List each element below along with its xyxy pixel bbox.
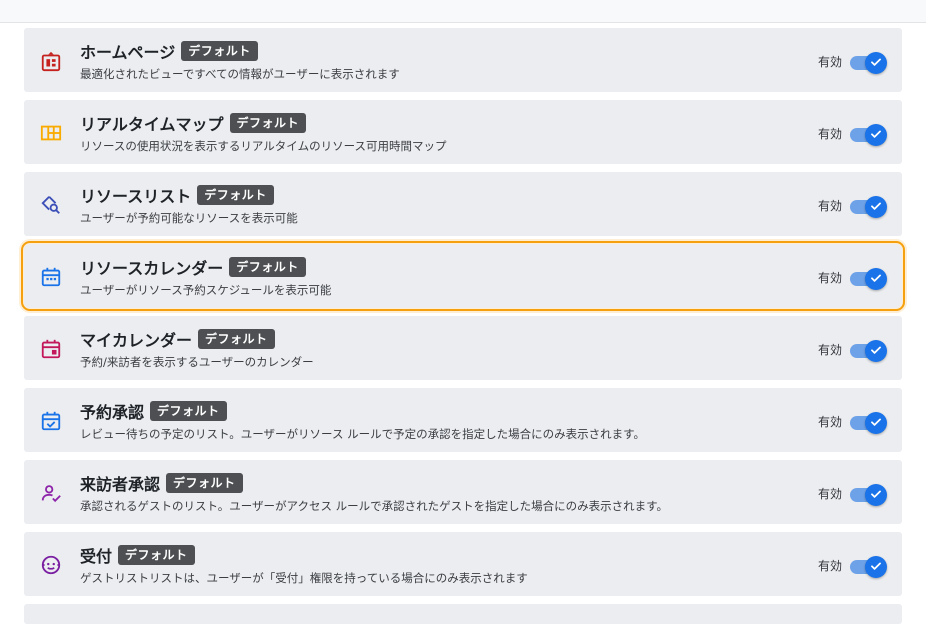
resource-search-icon	[40, 194, 62, 216]
status-label: 有効	[818, 199, 843, 213]
feature-card[interactable]: リアルタイムマップ デフォルト リソースの使用状況を表示するリアルタイムのリソー…	[24, 100, 902, 164]
enable-toggle[interactable]	[850, 268, 887, 290]
feature-title-line: リソースカレンダー デフォルト	[80, 257, 306, 278]
enable-toggle[interactable]	[850, 340, 887, 362]
toggle-knob	[865, 340, 887, 362]
toggle-knob	[865, 52, 887, 74]
feature-title-line: 受付 デフォルト	[80, 545, 195, 566]
feature-title: 予約承認	[80, 403, 145, 422]
status-label: 有効	[818, 343, 843, 357]
check-icon	[869, 486, 883, 505]
feature-title-line: 予約承認 デフォルト	[80, 401, 227, 422]
person-check-icon	[40, 482, 62, 504]
floor-map-icon	[40, 122, 62, 144]
default-badge: デフォルト	[150, 401, 227, 421]
feature-card[interactable]: 予約承認 デフォルト レビュー待ちの予定のリスト。ユーザーがリソース ルールで予…	[24, 388, 902, 452]
feature-title: 来訪者承認	[80, 475, 161, 494]
default-badge: デフォルト	[181, 41, 258, 61]
feature-description: 最適化されたビューですべての情報がユーザーに表示されます	[80, 67, 400, 81]
feature-title-line: リアルタイムマップ デフォルト	[80, 113, 307, 134]
feature-description: ユーザーがリソース予約スケジュールを表示可能	[80, 283, 332, 297]
feature-title-line: 来訪者承認 デフォルト	[80, 473, 243, 494]
toggle-knob	[865, 124, 887, 146]
reception-face-icon	[40, 554, 62, 576]
feature-description: ゲストリストリストは、ユーザーが「受付」権限を持っている場合にのみ表示されます	[80, 571, 528, 585]
feature-list: ホームページ デフォルト 最適化されたビューですべての情報がユーザーに表示されま…	[21, 28, 905, 624]
feature-card[interactable]: リソースカレンダー デフォルト ユーザーがリソース予約スケジュールを表示可能 有…	[21, 241, 905, 311]
default-badge: デフォルト	[166, 473, 243, 493]
toggle-knob	[865, 412, 887, 434]
feature-title: リアルタイムマップ	[80, 115, 224, 134]
check-icon	[869, 198, 883, 217]
toggle-knob	[865, 556, 887, 578]
feature-title-line: マイカレンダー デフォルト	[80, 329, 275, 350]
feature-title: マイカレンダー	[80, 331, 193, 350]
default-badge: デフォルト	[229, 257, 306, 277]
check-icon	[869, 126, 883, 145]
event-calendar-icon	[40, 338, 62, 360]
feature-description: 承認されるゲストのリスト。ユーザーがアクセス ルールで承認されたゲストを指定した…	[80, 499, 668, 513]
calendar-check-icon	[40, 410, 62, 432]
check-icon	[869, 558, 883, 577]
check-icon	[869, 414, 883, 433]
home-dashboard-icon	[40, 50, 62, 72]
enable-toggle[interactable]	[850, 196, 887, 218]
feature-title: リソースカレンダー	[80, 259, 224, 278]
default-badge: デフォルト	[118, 545, 195, 565]
default-badge: デフォルト	[197, 185, 274, 205]
feature-description: レビュー待ちの予定のリスト。ユーザーがリソース ルールで予定の承認を指定した場合…	[80, 427, 645, 441]
toggle-knob	[865, 268, 887, 290]
calendar-icon	[40, 266, 62, 288]
top-bar	[0, 0, 926, 23]
feature-card[interactable]: リソースリスト デフォルト ユーザーが予約可能なリソースを表示可能 有効	[24, 172, 902, 236]
enable-toggle[interactable]	[850, 52, 887, 74]
feature-card[interactable]: ホームページ デフォルト 最適化されたビューですべての情報がユーザーに表示されま…	[24, 28, 902, 92]
enable-toggle[interactable]	[850, 124, 887, 146]
default-badge: デフォルト	[198, 329, 275, 349]
enable-toggle[interactable]	[850, 484, 887, 506]
check-icon	[869, 270, 883, 289]
default-badge: デフォルト	[229, 113, 307, 133]
status-label: 有効	[818, 271, 843, 285]
toggle-knob	[865, 196, 887, 218]
check-icon	[869, 54, 883, 73]
feature-description: 予約/来訪者を表示するユーザーのカレンダー	[80, 355, 314, 369]
feature-card[interactable]: マイカレンダー デフォルト 予約/来訪者を表示するユーザーのカレンダー 有効	[24, 316, 902, 380]
check-icon	[869, 342, 883, 361]
feature-description: リソースの使用状況を表示するリアルタイムのリソース可用時間マップ	[80, 139, 447, 153]
status-label: 有効	[818, 55, 843, 69]
feature-title-line: ホームページ デフォルト	[80, 41, 258, 62]
feature-title-line: リソースリスト デフォルト	[80, 185, 274, 206]
feature-card[interactable]: 受付 デフォルト ゲストリストリストは、ユーザーが「受付」権限を持っている場合に…	[24, 532, 902, 596]
status-label: 有効	[818, 487, 843, 501]
feature-card-partial	[24, 604, 902, 624]
toggle-knob	[865, 484, 887, 506]
status-label: 有効	[818, 127, 843, 141]
feature-title: リソースリスト	[80, 187, 192, 206]
feature-description: ユーザーが予約可能なリソースを表示可能	[80, 211, 298, 225]
feature-title: ホームページ	[80, 43, 176, 62]
status-label: 有効	[818, 415, 843, 429]
feature-card[interactable]: 来訪者承認 デフォルト 承認されるゲストのリスト。ユーザーがアクセス ルールで承…	[24, 460, 902, 524]
enable-toggle[interactable]	[850, 412, 887, 434]
enable-toggle[interactable]	[850, 556, 887, 578]
feature-title: 受付	[80, 547, 113, 566]
status-label: 有効	[818, 559, 843, 573]
